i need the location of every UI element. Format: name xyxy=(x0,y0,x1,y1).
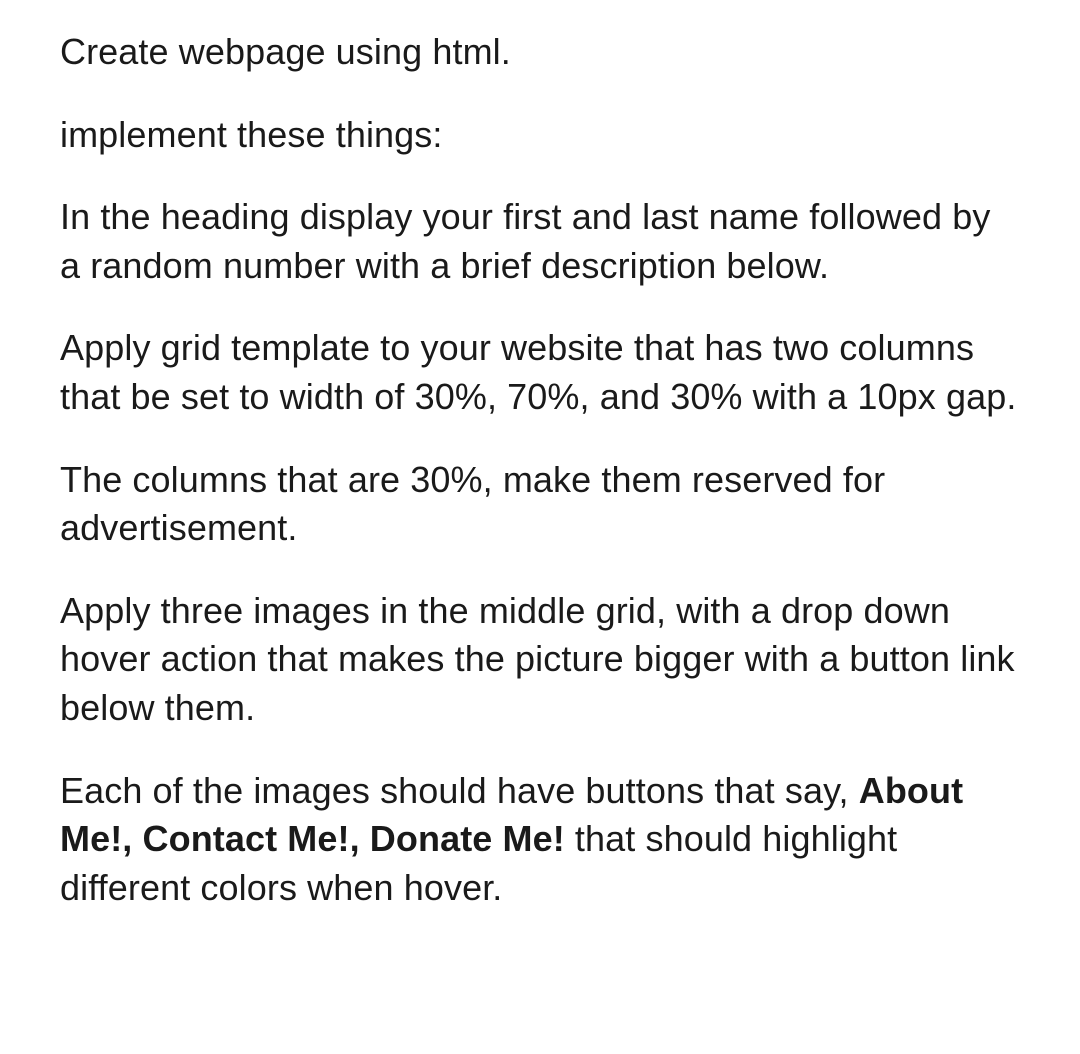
instruction-line-7: Each of the images should have buttons t… xyxy=(60,767,1020,913)
instruction-line-4: Apply grid template to your website that… xyxy=(60,324,1020,421)
instruction-line-6: Apply three images in the middle grid, w… xyxy=(60,587,1020,733)
instruction-line-7-prefix: Each of the images should have buttons t… xyxy=(60,770,859,811)
instruction-line-2: implement these things: xyxy=(60,111,1020,160)
instruction-line-3: In the heading display your first and la… xyxy=(60,193,1020,290)
instruction-line-1: Create webpage using html. xyxy=(60,28,1020,77)
instruction-line-5: The columns that are 30%, make them rese… xyxy=(60,456,1020,553)
